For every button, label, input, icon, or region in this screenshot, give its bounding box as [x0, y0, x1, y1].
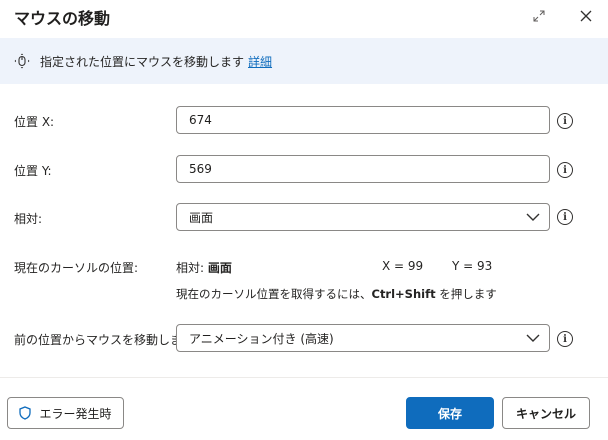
cursor-x-readout: X = 99 — [382, 259, 424, 273]
close-icon — [580, 10, 592, 22]
close-button[interactable] — [574, 4, 598, 28]
relative-label: 相対: — [14, 212, 43, 226]
motion-label: 前の位置からマウスを移動します: — [14, 333, 199, 347]
mouse-move-icon — [14, 53, 30, 69]
motion-info-icon[interactable]: i — [557, 331, 573, 347]
cursor-relative-prefix: 相対: — [176, 261, 205, 275]
position-x-info-icon[interactable]: i — [557, 113, 573, 129]
on-error-button[interactable]: エラー発生時 — [7, 397, 124, 429]
hint-prefix: 現在のカーソル位置を取得するには、 — [176, 287, 372, 301]
position-y-label: 位置 Y: — [14, 164, 52, 178]
expand-icon — [533, 10, 545, 22]
relative-selected-value: 画面 — [189, 210, 214, 225]
expand-button[interactable] — [527, 4, 551, 28]
chevron-down-icon — [526, 334, 540, 342]
cursor-position-label: 現在のカーソルの位置: — [14, 261, 139, 275]
chevron-down-icon — [526, 213, 540, 221]
dialog-title: マウスの移動 — [14, 9, 111, 28]
hint-keys: Ctrl+Shift — [371, 287, 436, 301]
motion-selected-value: アニメーション付き (高速) — [189, 331, 334, 346]
position-y-input[interactable] — [176, 155, 550, 183]
cursor-y-readout: Y = 93 — [452, 259, 493, 273]
cursor-relative-readout: 相対: 画面 — [176, 259, 232, 276]
on-error-label: エラー発生時 — [39, 406, 112, 421]
details-link[interactable]: 詳細 — [248, 53, 272, 70]
cursor-hint: 現在のカーソル位置を取得するには、Ctrl+Shift を押します — [176, 286, 497, 302]
cancel-button[interactable]: キャンセル — [502, 397, 590, 429]
shield-icon — [19, 406, 32, 420]
banner-text: 指定された位置にマウスを移動します — [40, 54, 245, 69]
save-button[interactable]: 保存 — [406, 397, 494, 429]
position-y-info-icon[interactable]: i — [557, 162, 573, 178]
footer-divider — [0, 377, 608, 378]
hint-suffix: を押します — [435, 287, 497, 301]
motion-dropdown[interactable]: アニメーション付き (高速) — [176, 324, 550, 352]
position-x-label: 位置 X: — [14, 115, 55, 129]
info-banner: 指定された位置にマウスを移動します 詳細 — [0, 38, 608, 84]
relative-dropdown[interactable]: 画面 — [176, 203, 550, 231]
relative-info-icon[interactable]: i — [557, 209, 573, 225]
dialog-titlebar: マウスの移動 — [0, 0, 608, 34]
cursor-relative-value: 画面 — [207, 261, 232, 275]
position-x-input[interactable] — [176, 106, 550, 134]
